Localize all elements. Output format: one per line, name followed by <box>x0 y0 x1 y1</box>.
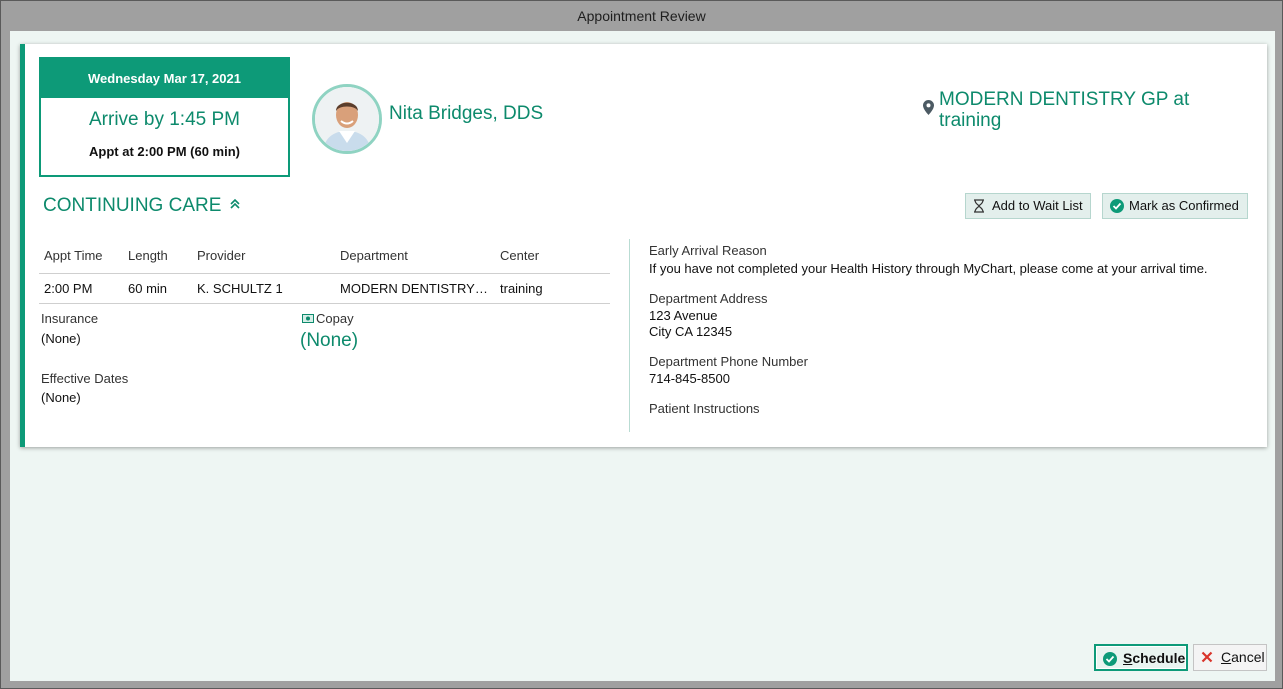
department-address-line2: City CA 12345 <box>649 324 733 339</box>
add-to-wait-list-button[interactable]: Add to Wait List <box>965 193 1091 219</box>
early-arrival-reason-value: If you have not completed your Health Hi… <box>649 261 1208 276</box>
cancel-button[interactable]: Cancel <box>1193 644 1267 671</box>
effective-dates-label: Effective Dates <box>41 371 129 386</box>
add-to-wait-list-label: Add to Wait List <box>992 198 1083 213</box>
arrive-by-time: Arrive by 1:45 PM <box>89 109 240 130</box>
cancel-label-rest: ancel <box>1231 649 1265 665</box>
appointment-table: Appt Time Length Provider Department Cen… <box>39 241 610 304</box>
effective-dates-value: (None) <box>41 390 81 405</box>
cell-provider: K. SCHULTZ 1 <box>192 273 335 304</box>
section-title: CONTINUING CARE <box>43 195 222 216</box>
cell-department: MODERN DENTISTRY… <box>335 273 495 304</box>
window-title: Appointment Review <box>2 2 1281 31</box>
column-header-provider: Provider <box>192 241 335 274</box>
hourglass-icon <box>974 199 984 213</box>
location-pin-icon <box>923 100 934 115</box>
column-header-length: Length <box>123 241 192 274</box>
location-name: MODERN DENTISTRY GP at <box>939 89 1190 110</box>
cell-length: 60 min <box>123 273 192 304</box>
check-circle-icon <box>1103 652 1117 666</box>
department-address-line1: 123 Avenue <box>649 308 718 323</box>
cancel-accelerator: C <box>1221 649 1232 665</box>
collapse-up-icon[interactable] <box>229 198 241 210</box>
table-row: 2:00 PM 60 min K. SCHULTZ 1 MODERN DENTI… <box>39 273 610 304</box>
location: MODERN DENTISTRY GP at training <box>923 89 1223 131</box>
appointment-time: Appt at 2:00 PM (60 min) <box>89 144 240 159</box>
money-icon <box>302 314 314 323</box>
patient-instructions-label: Patient Instructions <box>649 401 760 416</box>
mark-as-confirmed-button[interactable]: Mark as Confirmed <box>1102 193 1248 219</box>
department-phone-label: Department Phone Number <box>649 354 808 369</box>
provider-photo-icon <box>315 87 379 151</box>
table-header-row: Appt Time Length Provider Department Cen… <box>39 241 610 274</box>
department-phone-value: 714-845-8500 <box>649 371 730 386</box>
location-center: training <box>939 110 1002 131</box>
copay-value: (None) <box>300 330 359 351</box>
window-client-area: Wednesday Mar 17, 2021 Arrive by 1:45 PM… <box>10 31 1275 681</box>
schedule-accelerator: S <box>1123 650 1133 666</box>
provider-avatar <box>312 84 382 154</box>
department-address-label: Department Address <box>649 291 768 306</box>
appointment-review-window: Appointment Review Wednesday Mar 17, 202… <box>0 0 1283 689</box>
early-arrival-reason-label: Early Arrival Reason <box>649 243 767 258</box>
date-box: Wednesday Mar 17, 2021 Arrive by 1:45 PM… <box>39 57 290 177</box>
column-header-department: Department <box>335 241 495 274</box>
column-header-center: Center <box>495 241 610 274</box>
schedule-label-rest: chedule <box>1132 650 1186 666</box>
close-icon <box>1201 651 1213 663</box>
insurance-label: Insurance <box>41 311 99 326</box>
column-header-appt-time: Appt Time <box>39 241 123 274</box>
insurance-value: (None) <box>41 331 81 346</box>
cell-appt-time: 2:00 PM <box>39 273 123 304</box>
mark-as-confirmed-label: Mark as Confirmed <box>1129 198 1239 213</box>
cancel-label: Cancel <box>1221 649 1265 665</box>
column-divider <box>629 239 630 432</box>
schedule-label: Schedule <box>1123 650 1185 666</box>
cell-center: training <box>495 273 610 304</box>
copay-label: Copay <box>316 311 354 326</box>
check-circle-icon <box>1110 199 1124 213</box>
appointment-card: Wednesday Mar 17, 2021 Arrive by 1:45 PM… <box>20 44 1267 447</box>
schedule-button[interactable]: Schedule <box>1094 644 1188 671</box>
appointment-date: Wednesday Mar 17, 2021 <box>41 59 288 98</box>
provider-name[interactable]: Nita Bridges, DDS <box>389 103 543 125</box>
